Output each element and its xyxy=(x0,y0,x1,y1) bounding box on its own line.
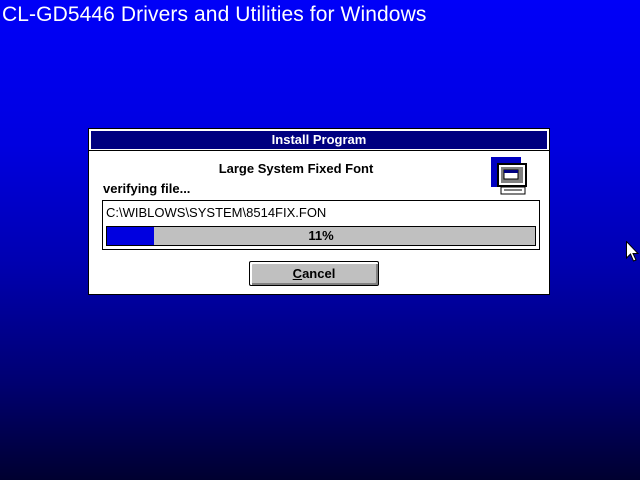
progress-bar: 11% xyxy=(106,226,536,246)
install-program-dialog: Install Program Large System Fixed Font … xyxy=(88,128,550,295)
item-name: Large System Fixed Font xyxy=(218,161,374,176)
status-text: verifying file... xyxy=(103,181,191,196)
cancel-mnemonic: C xyxy=(292,266,303,281)
mouse-pointer-icon xyxy=(626,241,639,262)
dialog-title[interactable]: Install Program xyxy=(91,131,547,149)
cancel-label-rest: ancel xyxy=(302,266,336,281)
cancel-button[interactable]: Cancel xyxy=(249,261,379,286)
setup-computer-icon xyxy=(491,157,527,195)
titlebar-divider xyxy=(89,150,549,151)
file-path: C:\WIBLOWS\SYSTEM\8514FIX.FON xyxy=(106,205,327,220)
setup-title: CL-GD5446 Drivers and Utilities for Wind… xyxy=(2,3,427,26)
file-progress-panel: C:\WIBLOWS\SYSTEM\8514FIX.FON 11% xyxy=(102,200,540,250)
progress-percent: 11% xyxy=(308,228,334,243)
